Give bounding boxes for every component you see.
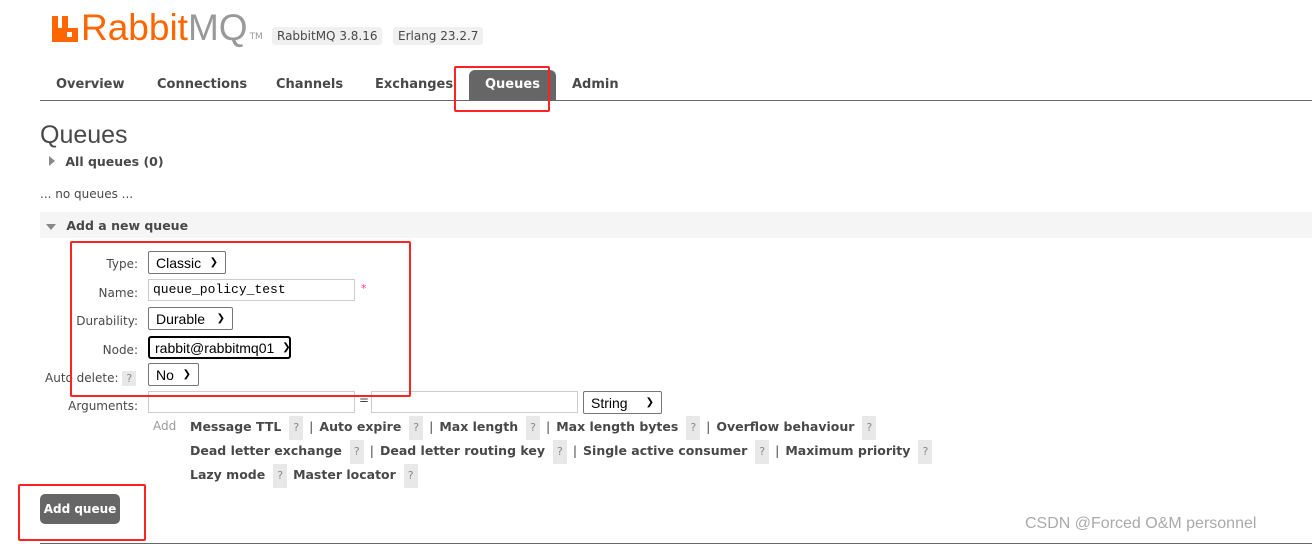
page-title: Queues (40, 121, 128, 149)
tab-channels[interactable]: Channels (276, 77, 343, 92)
argument-type-value: String (591, 394, 628, 411)
tab-admin[interactable]: Admin (572, 77, 619, 92)
tab-exchanges[interactable]: Exchanges (375, 77, 453, 92)
help-icon[interactable]: ? (273, 464, 288, 488)
argument-row: Message TTL? | Auto expire? | Max length? | Ma… (190, 416, 932, 440)
argument-shortcut-link[interactable]: Master locator (293, 467, 396, 482)
erlang-badge: Erlang 23.2.7 (393, 27, 484, 45)
help-icon[interactable]: ? (403, 464, 418, 488)
argument-type-select[interactable]: String ❯ (583, 391, 662, 414)
add-label: Add (153, 419, 177, 433)
annotation-box-queues-tab (454, 66, 550, 112)
argument-shortcut-link[interactable]: Message TTL (190, 419, 281, 434)
logo-word-rabbit: Rabbit (81, 7, 188, 48)
annotation-box-form (70, 241, 411, 397)
separator: | (429, 419, 434, 434)
arguments-label: Arguments: (68, 399, 138, 413)
all-queues-toggle[interactable]: All queues (0) (49, 154, 164, 169)
chevron-down-icon: ❯ (645, 397, 654, 408)
argument-shortcut-link[interactable]: Max length bytes (556, 419, 678, 434)
argument-shortcut-link[interactable]: Max length (439, 419, 518, 434)
add-queue-section-label: Add a new queue (66, 218, 189, 233)
help-icon[interactable]: ? (552, 440, 567, 464)
help-icon[interactable]: ? (526, 416, 540, 440)
separator: | (369, 443, 374, 458)
separator: | (309, 419, 314, 434)
trademark: TM (249, 32, 263, 42)
argument-shortcut-link[interactable]: Dead letter exchange (190, 443, 342, 458)
help-icon[interactable]: ? (349, 440, 364, 464)
logo-icon (52, 16, 78, 42)
rabbitmq-logo: Rabbit MQ TM (52, 7, 263, 48)
help-icon[interactable]: ? (755, 440, 770, 464)
argument-row: Lazy mode? Master locator? (190, 464, 932, 488)
no-queues-text: ... no queues ... (40, 187, 134, 201)
separator: | (706, 419, 711, 434)
argument-shortcut-link[interactable]: Lazy mode (190, 467, 265, 482)
separator: | (545, 419, 551, 434)
logo-word-mq: MQ (187, 7, 248, 48)
help-icon[interactable]: ? (918, 440, 933, 464)
separator: | (775, 443, 780, 458)
argument-row: Dead letter exchange? | Dead letter routin… (190, 440, 933, 464)
separator: | (572, 443, 578, 458)
argument-shortcuts: Message TTL? | Auto expire? | Max length? | Ma… (190, 416, 933, 488)
watermark: CSDN @Forced O&M personnel (1025, 515, 1257, 532)
argument-shortcut-link[interactable]: Overflow behaviour (716, 419, 854, 434)
main-nav: Overview Connections Channels Exchanges … (40, 70, 1312, 101)
help-icon[interactable]: ? (289, 416, 304, 440)
annotation-box-add-button (18, 484, 146, 541)
expand-icon (49, 156, 55, 166)
help-icon[interactable]: ? (862, 416, 877, 440)
argument-shortcut-link[interactable]: Single active consumer (583, 443, 747, 458)
add-queue-section-toggle[interactable]: Add a new queue (40, 212, 1312, 238)
all-queues-label: All queues (0) (65, 154, 164, 169)
help-icon[interactable]: ? (409, 416, 424, 440)
collapse-icon (46, 224, 56, 230)
argument-shortcut-link[interactable]: Dead letter routing key (380, 443, 545, 458)
version-badge: RabbitMQ 3.8.16 (272, 27, 383, 45)
argument-shortcut-link[interactable]: Auto expire (319, 419, 401, 434)
tab-overview[interactable]: Overview (56, 77, 125, 92)
help-icon[interactable]: ? (686, 416, 701, 440)
divider (40, 543, 1312, 544)
argument-shortcut-link[interactable]: Maximum priority (785, 443, 910, 458)
tab-connections[interactable]: Connections (157, 77, 247, 92)
